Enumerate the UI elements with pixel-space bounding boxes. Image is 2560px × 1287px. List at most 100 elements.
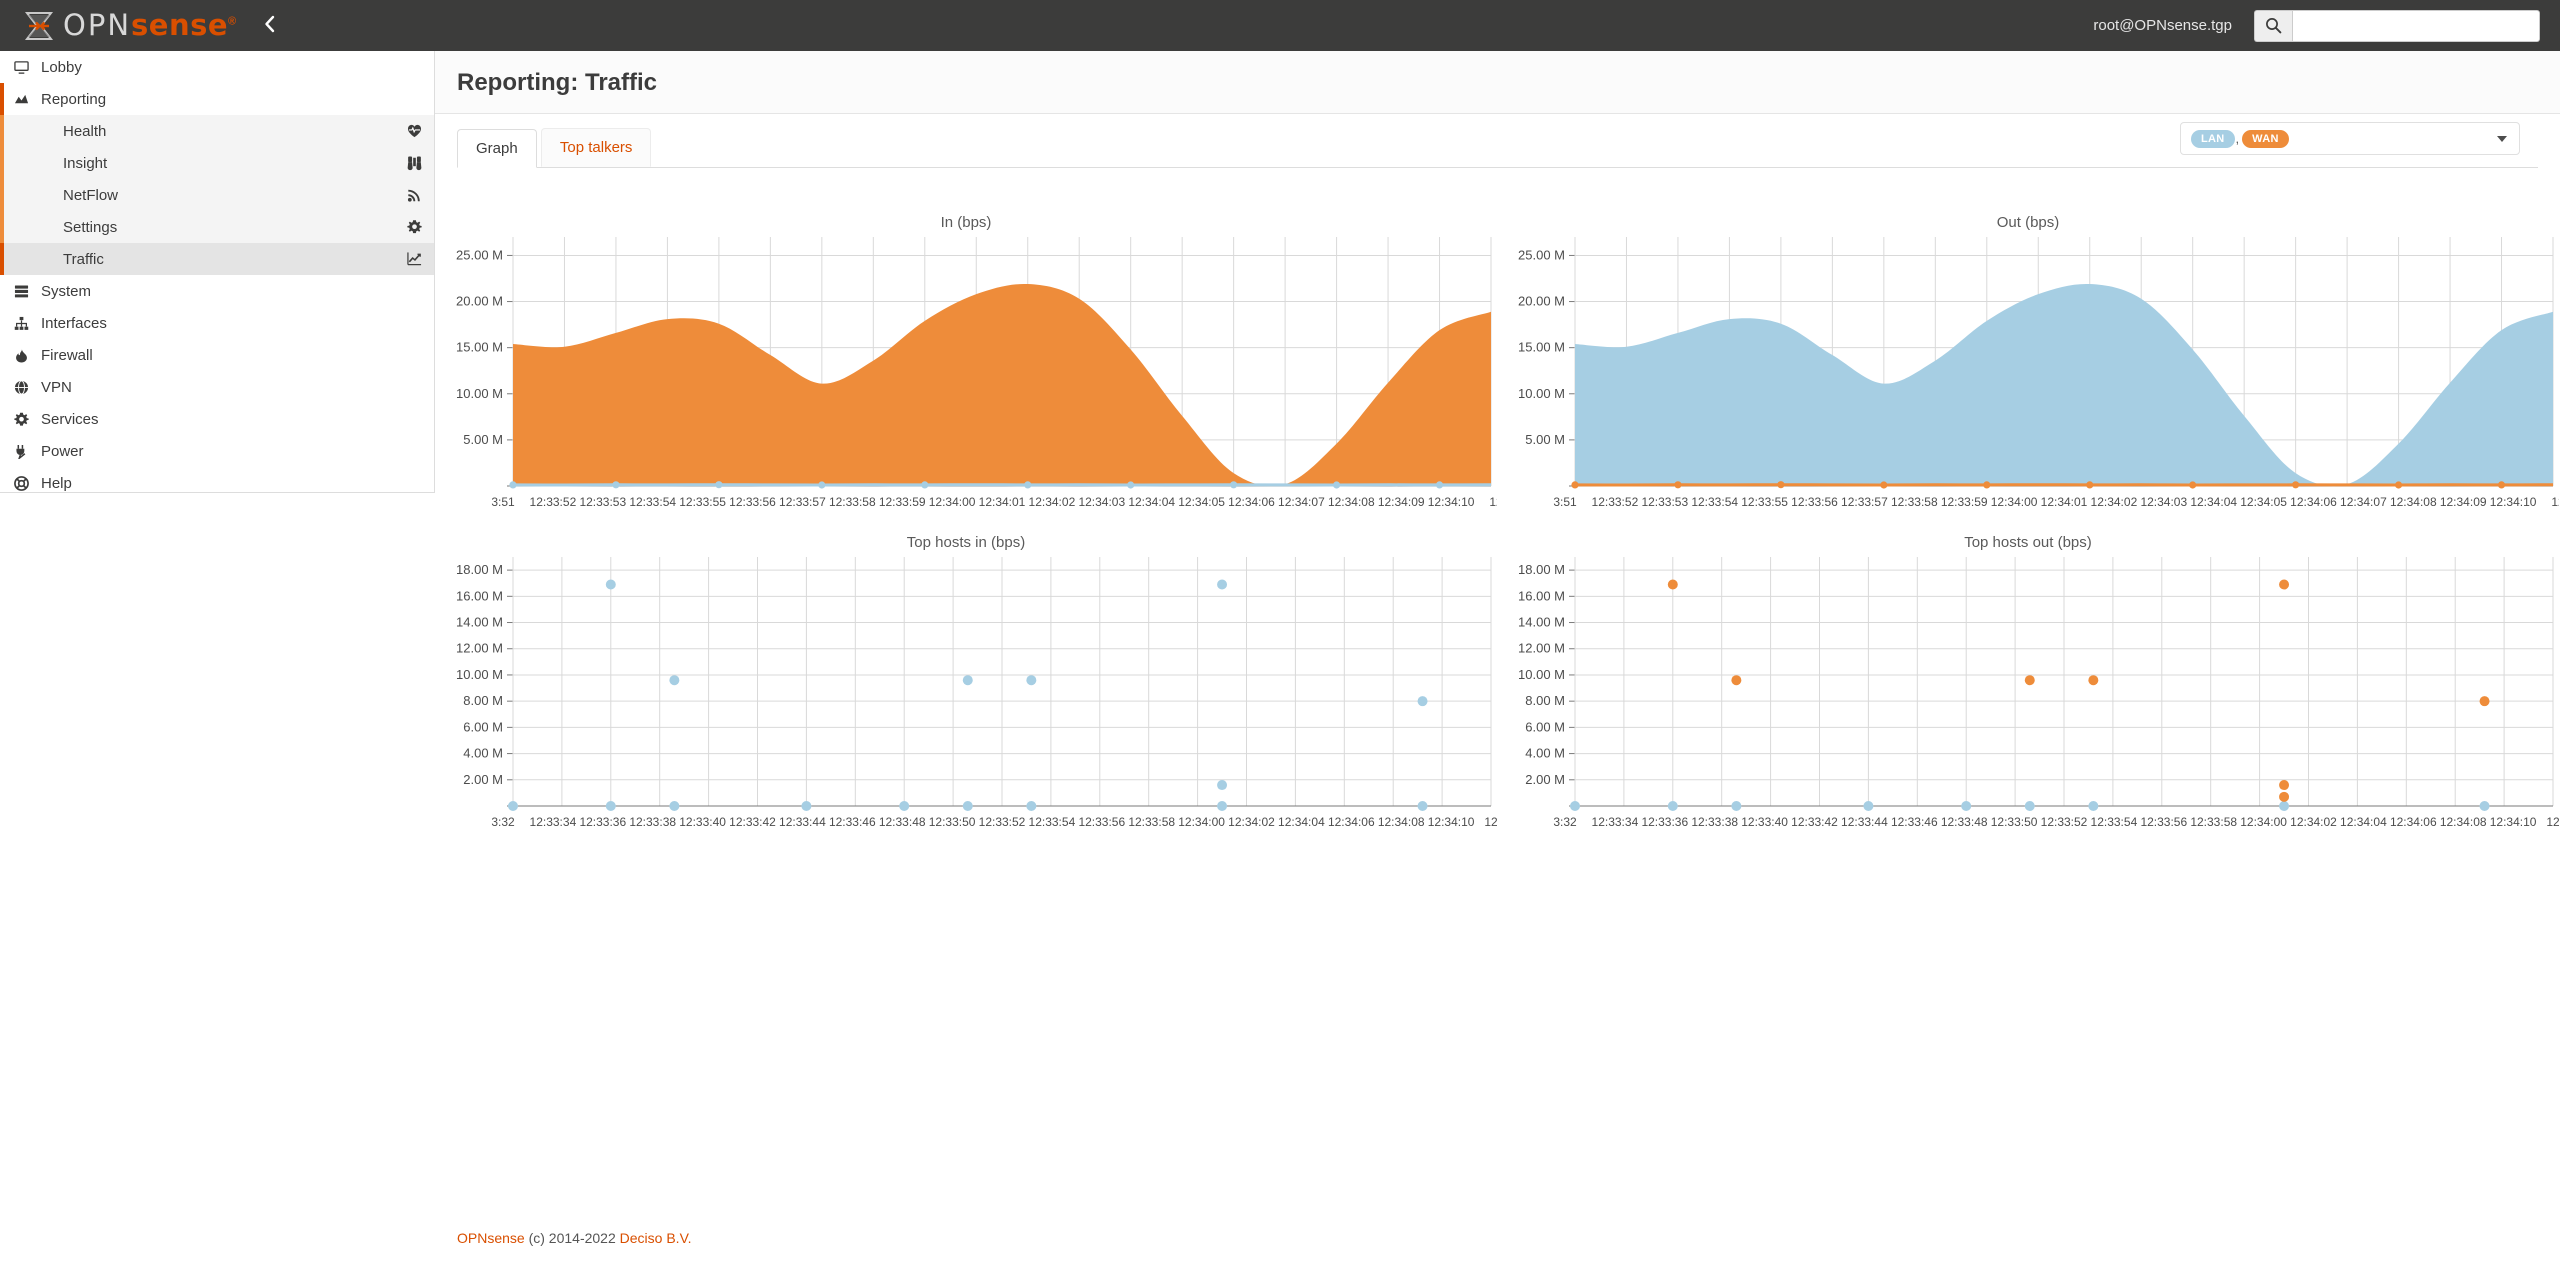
- interface-pill-wan[interactable]: WAN: [2242, 129, 2289, 148]
- svg-text:12:34:02: 12:34:02: [2091, 495, 2138, 509]
- chart-line-icon: [407, 252, 422, 267]
- sidebar-item-netflow[interactable]: NetFlow: [0, 179, 434, 211]
- svg-text:16.00 M: 16.00 M: [456, 588, 503, 603]
- interface-pill-separator: ,: [2235, 131, 2240, 146]
- search-icon[interactable]: [2254, 9, 2292, 42]
- chart-top-hosts-out: Top hosts out (bps) 2.00 M 4.00 M 6.00 M 8.…: [1497, 526, 2559, 846]
- chart-area-icon: [14, 92, 38, 107]
- nav-indicator-bar: [0, 371, 4, 403]
- interface-select[interactable]: LAN, WAN: [2180, 122, 2520, 155]
- page-title: Reporting: Traffic: [435, 51, 2560, 114]
- sidebar-collapse-toggle[interactable]: [263, 15, 277, 37]
- logo-registered-mark: ®: [228, 14, 237, 27]
- svg-text:20.00 M: 20.00 M: [456, 294, 503, 309]
- chart-canvas-top-hosts-out[interactable]: 2.00 M 4.00 M 6.00 M 8.00 M 10.00 M 12.00 M 14…: [1497, 551, 2559, 846]
- svg-text:12:33:56: 12:33:56: [1791, 495, 1838, 509]
- svg-text:12:33:46: 12:33:46: [1891, 815, 1938, 829]
- svg-text:12:34:02: 12:34:02: [1029, 495, 1076, 509]
- sidebar-item-vpn[interactable]: VPN: [0, 371, 434, 403]
- sidebar-item-interfaces[interactable]: Interfaces: [0, 307, 434, 339]
- svg-text:2.00 M: 2.00 M: [1525, 772, 1565, 787]
- svg-text:25.00 M: 25.00 M: [456, 247, 503, 262]
- tab-top-talkers[interactable]: Top talkers: [540, 128, 652, 167]
- interface-pill-lan[interactable]: LAN: [2191, 129, 2235, 148]
- svg-text:12:34:10: 12:34:10: [2490, 495, 2537, 509]
- chart-canvas-out-bps[interactable]: 5.00 M 10.00 M 15.00 M 20.00 M 25.00 M 3:51 12…: [1497, 231, 2559, 526]
- svg-text:12:34:01: 12:34:01: [2041, 495, 2088, 509]
- sidebar-nav: Lobby Reporting Health Insight NetFlow S…: [0, 51, 435, 493]
- svg-text:12.00 M: 12.00 M: [456, 641, 503, 656]
- svg-text:12:33:55: 12:33:55: [679, 495, 726, 509]
- chart-title: Top hosts out (bps): [1964, 534, 2092, 551]
- nav-indicator-bar: [0, 275, 4, 307]
- sidebar-item-help[interactable]: Help: [0, 467, 434, 499]
- svg-text:2.00 M: 2.00 M: [463, 772, 503, 787]
- sidebar-item-label: Help: [41, 474, 72, 492]
- nav-indicator-bar: [0, 403, 4, 435]
- svg-text:12:33:50: 12:33:50: [929, 815, 976, 829]
- sidebar-item-insight[interactable]: Insight: [0, 147, 434, 179]
- svg-text:12:34:00: 12:34:00: [929, 495, 976, 509]
- svg-text:12:33:42: 12:33:42: [1791, 815, 1838, 829]
- svg-text:12:33:58: 12:33:58: [1128, 815, 1175, 829]
- svg-text:12:34:07: 12:34:07: [1278, 495, 1325, 509]
- sidebar-item-lobby[interactable]: Lobby: [0, 51, 434, 83]
- sidebar-item-traffic[interactable]: Traffic: [0, 243, 434, 275]
- svg-text:20.00 M: 20.00 M: [1518, 294, 1565, 309]
- svg-text:12:3: 12:3: [1489, 495, 1497, 509]
- svg-text:12:34:09: 12:34:09: [2440, 495, 2487, 509]
- svg-text:10.00 M: 10.00 M: [1518, 667, 1565, 682]
- sidebar-item-label: Firewall: [41, 346, 93, 364]
- chart-title: Top hosts in (bps): [906, 534, 1026, 551]
- nav-indicator-bar: [0, 115, 4, 147]
- svg-text:12:34:08: 12:34:08: [1378, 815, 1425, 829]
- footer-brand-link[interactable]: OPNsense: [457, 1230, 525, 1246]
- sidebar-item-settings[interactable]: Settings: [0, 211, 434, 243]
- nav-indicator-bar: [0, 211, 4, 243]
- nav-indicator-bar: [0, 51, 4, 83]
- svg-text:6.00 M: 6.00 M: [463, 719, 503, 734]
- chart-row-bottom: Top hosts in (bps) 2.00 M 4.00 M 6.00 M 8.0…: [435, 526, 2560, 846]
- chevron-down-icon[interactable]: [2497, 135, 2507, 142]
- sidebar-item-reporting[interactable]: Reporting: [0, 83, 434, 115]
- svg-text:12:34:04: 12:34:04: [2190, 495, 2237, 509]
- top-bar: OPNsense® root@OPNsense.tgp: [0, 0, 2560, 51]
- svg-text:16.00 M: 16.00 M: [1518, 588, 1565, 603]
- sidebar-item-system[interactable]: System: [0, 275, 434, 307]
- chart-canvas-top-hosts-in[interactable]: 2.00 M 4.00 M 6.00 M 8.00 M 10.00 M 12.00 M 14…: [435, 551, 1497, 846]
- svg-text:12:33:52: 12:33:52: [2041, 815, 2088, 829]
- svg-text:12:33:52: 12:33:52: [979, 815, 1026, 829]
- chart-title: In (bps): [940, 214, 992, 231]
- sidebar-item-label: Lobby: [41, 58, 82, 76]
- search-input[interactable]: [2292, 9, 2540, 42]
- sidebar-item-firewall[interactable]: Firewall: [0, 339, 434, 371]
- svg-text:12:33:36: 12:33:36: [579, 815, 626, 829]
- svg-text:12:34:03: 12:34:03: [2140, 495, 2187, 509]
- sidebar-item-label: Insight: [63, 154, 108, 172]
- server-icon: [14, 284, 38, 299]
- svg-text:12:33:48: 12:33:48: [879, 815, 926, 829]
- svg-text:12:33:46: 12:33:46: [829, 815, 876, 829]
- tab-graph[interactable]: Graph: [457, 129, 537, 168]
- svg-text:12:33:52: 12:33:52: [1592, 495, 1639, 509]
- sidebar-item-label: Health: [63, 122, 107, 140]
- footer-vendor-link[interactable]: Deciso B.V.: [620, 1230, 692, 1246]
- chevron-left-icon: [264, 15, 274, 32]
- svg-text:12:34:06: 12:34:06: [1328, 815, 1375, 829]
- chart-canvas-in-bps[interactable]: 5.00 M 10.00 M 15.00 M 20.00 M 25.00 M 3:51 12…: [435, 231, 1497, 526]
- svg-text:12:33:40: 12:33:40: [679, 815, 726, 829]
- svg-text:12:33:59: 12:33:59: [879, 495, 926, 509]
- nav-indicator-bar: [0, 339, 4, 371]
- svg-text:12:34:02: 12:34:02: [1228, 815, 1275, 829]
- nav-indicator-bar: [0, 435, 4, 467]
- sidebar-item-power[interactable]: Power: [0, 435, 434, 467]
- svg-text:12:33:53: 12:33:53: [579, 495, 626, 509]
- chart-out-bps: Out (bps) 5.00 M 10.00 M 15.00 M 20.00 M 25.…: [1497, 206, 2559, 526]
- brand-logo[interactable]: OPNsense®: [22, 9, 237, 43]
- svg-text:5.00 M: 5.00 M: [463, 432, 503, 447]
- svg-text:12:34:06: 12:34:06: [2390, 815, 2437, 829]
- chart-row-top: In (bps) 5.00 M 10.00 M 15.00 M 20.00 M 25.0…: [435, 206, 2560, 526]
- chart-top-hosts-in: Top hosts in (bps) 2.00 M 4.00 M 6.00 M 8.0…: [435, 526, 1497, 846]
- sidebar-item-health[interactable]: Health: [0, 115, 434, 147]
- sidebar-item-services[interactable]: Services: [0, 403, 434, 435]
